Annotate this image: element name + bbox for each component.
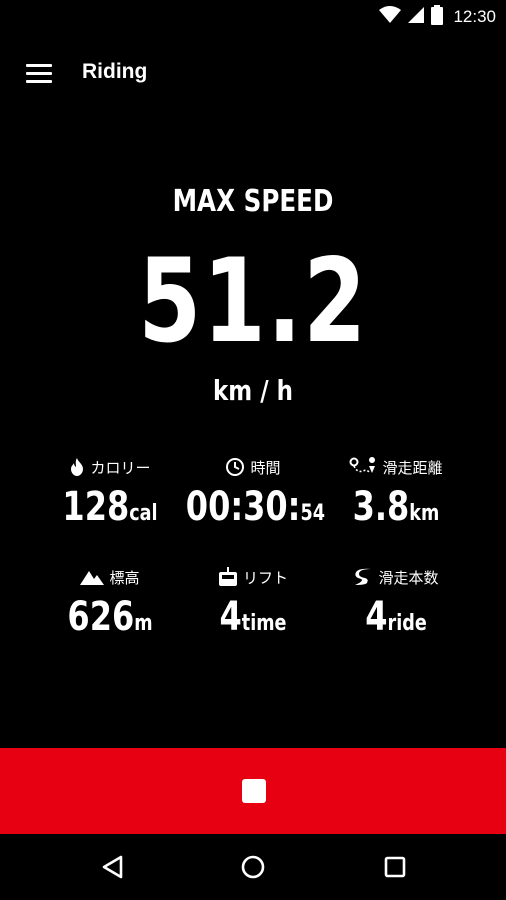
stat-label: 標高: [109, 568, 140, 587]
recents-icon[interactable]: [380, 852, 410, 882]
stop-button[interactable]: [0, 748, 506, 834]
max-speed-unit: km / h: [213, 374, 293, 407]
max-speed-value: 51.2: [138, 234, 368, 369]
flame-icon: [69, 458, 85, 476]
stat-label: リフト: [242, 568, 288, 587]
back-icon[interactable]: [98, 852, 128, 882]
stat-value: 128cal: [62, 484, 158, 530]
max-speed-label: MAX SPEED: [172, 184, 334, 219]
navigation-bar: [0, 834, 506, 900]
page-title: Riding: [82, 60, 148, 83]
route-icon: [349, 457, 377, 477]
stat-value: 4time: [219, 594, 287, 640]
stat-label: 時間: [250, 458, 281, 477]
stat-value: 3.8km: [352, 484, 440, 530]
hamburger-menu-icon[interactable]: [26, 64, 52, 84]
stat-value: 00:30:54: [185, 484, 325, 530]
status-icons: 12:30: [379, 5, 496, 29]
stat-value: 626m: [67, 594, 153, 640]
stat-distance: 滑走距離 3.8km: [312, 456, 480, 530]
clock-icon: [225, 457, 245, 477]
wifi-icon: [379, 6, 402, 28]
home-icon[interactable]: [238, 852, 268, 882]
status-time: 12:30: [453, 7, 496, 26]
stop-icon: [242, 779, 266, 803]
mountain-icon: [80, 569, 105, 585]
lift-icon: [218, 567, 238, 587]
stat-runs: 滑走本数 4ride: [312, 566, 480, 640]
battery-icon: [431, 5, 444, 29]
stat-value: 4ride: [365, 594, 427, 640]
stat-label: 滑走本数: [378, 568, 439, 587]
ski-run-icon: [353, 568, 373, 586]
app-bar: Riding: [0, 40, 506, 108]
cell-signal-icon: [407, 6, 425, 28]
stat-label: 滑走距離: [382, 458, 443, 477]
stat-label: カロリー: [90, 458, 151, 477]
status-bar: 12:30: [0, 0, 506, 34]
